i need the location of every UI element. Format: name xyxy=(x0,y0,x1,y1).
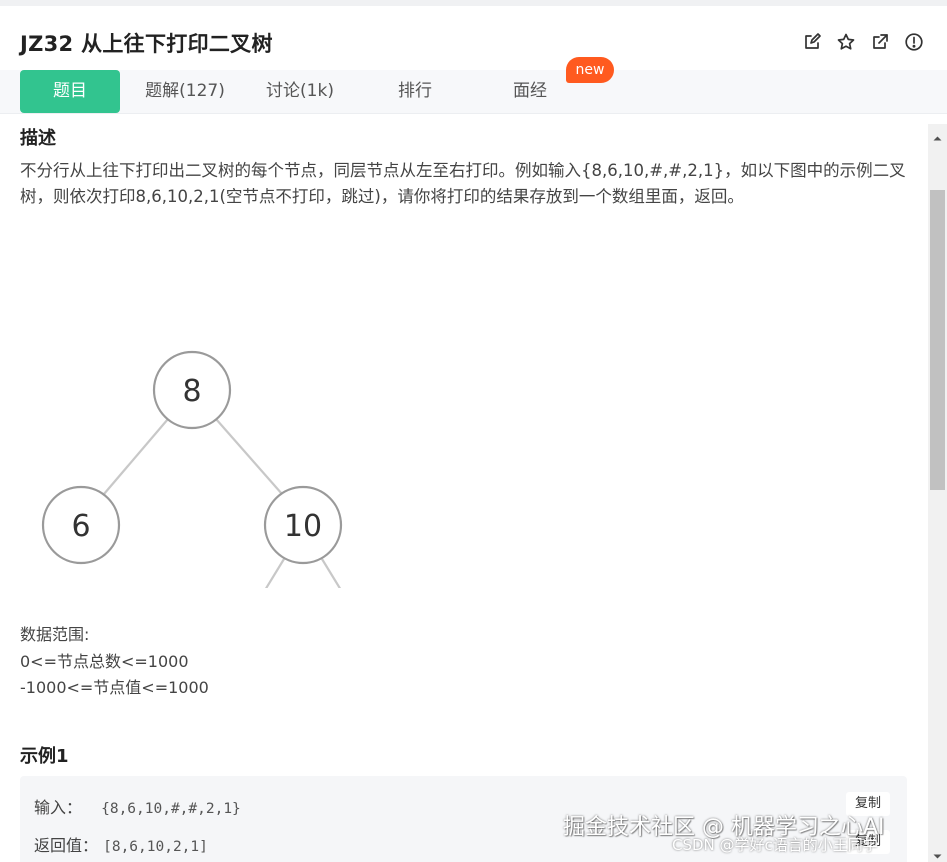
edge-10-2 xyxy=(239,558,285,632)
tab-solutions[interactable]: 题解(127) xyxy=(135,70,235,113)
external-link-icon[interactable] xyxy=(870,32,890,52)
tab-interview[interactable]: 面经 xyxy=(480,70,580,113)
output-label: 返回值： xyxy=(34,836,99,855)
star-icon[interactable] xyxy=(836,32,856,52)
data-range-line1: 0<=节点总数<=1000 xyxy=(20,652,189,671)
scroll-down-arrow-icon[interactable] xyxy=(932,847,943,859)
output-value: [8,6,10,2,1] xyxy=(103,839,208,855)
edge-10-1 xyxy=(321,558,367,632)
edge-8-10 xyxy=(215,418,283,495)
binary-tree-diagram: 8 6 10 2 1 xyxy=(0,228,460,700)
info-icon[interactable] xyxy=(904,32,924,52)
tab-ranking[interactable]: 排行 xyxy=(365,70,465,113)
problem-header: JZ32 从上往下打印二叉树 xyxy=(0,6,947,70)
tree-node-label: 10 xyxy=(284,509,322,544)
problem-title: JZ32 从上往下打印二叉树 xyxy=(20,32,273,56)
watermark-csdn: CSDN @学好c语言的小王同学 xyxy=(672,836,878,854)
tab-problem[interactable]: 题目 xyxy=(20,70,120,113)
data-range-label: 数据范围: xyxy=(20,625,90,644)
problem-content: 描述 不分行从上往下打印出二叉树的每个节点，同层节点从左至右打印。例如输入{8,… xyxy=(0,114,928,862)
example-output-row: 返回值： [8,6,10,2,1] xyxy=(34,832,208,856)
description-text: 不分行从上往下打印出二叉树的每个节点，同层节点从左至右打印。例如输入{8,6,1… xyxy=(20,161,906,206)
tab-bar: 题目 题解(127) 讨论(1k) 排行 面经 xyxy=(0,70,947,114)
input-label: 输入： xyxy=(34,798,83,817)
data-range-line2: -1000<=节点值<=1000 xyxy=(20,678,209,697)
example-input-row: 输入： {8,6,10,#,#,2,1} xyxy=(34,794,241,818)
edit-icon[interactable] xyxy=(802,32,822,52)
description-heading: 描述 xyxy=(20,128,56,149)
tab-discussion[interactable]: 讨论(1k) xyxy=(250,70,350,113)
scrollbar-thumb[interactable] xyxy=(930,190,945,490)
tree-node-label: 8 xyxy=(182,374,201,409)
new-badge: new xyxy=(566,57,614,83)
scroll-up-arrow-icon[interactable] xyxy=(932,129,943,141)
edge-8-6 xyxy=(103,418,169,495)
example-heading: 示例1 xyxy=(20,746,69,767)
input-value: {8,6,10,#,#,2,1} xyxy=(101,801,241,817)
tree-node-label: 6 xyxy=(71,509,90,544)
